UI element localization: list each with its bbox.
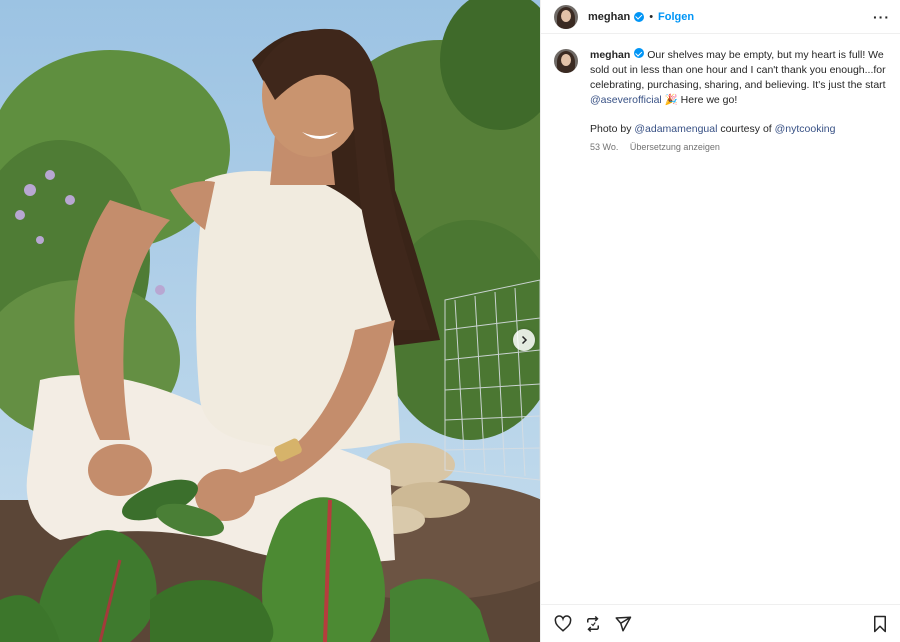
verified-badge-icon — [634, 48, 645, 58]
caption-username[interactable]: meghan — [590, 49, 630, 61]
post-photo — [0, 0, 540, 642]
follow-button[interactable]: Folgen — [658, 11, 694, 23]
post-sidebar: meghan • Folgen ··· meghan Our shelves m… — [540, 0, 900, 642]
share-button[interactable] — [613, 614, 633, 634]
repost-icon — [587, 615, 599, 632]
chevron-right-icon — [521, 335, 528, 345]
avatar[interactable] — [554, 4, 578, 29]
send-icon — [615, 616, 632, 631]
verified-badge-icon — [634, 11, 645, 22]
caption-text: meghan Our shelves may be empty, but my … — [590, 48, 886, 155]
caption-avatar[interactable] — [554, 49, 578, 73]
more-options-button[interactable]: ··· — [873, 10, 890, 24]
next-image-button[interactable] — [513, 329, 535, 351]
translate-button[interactable]: Übersetzung anzeigen — [630, 142, 720, 152]
save-button[interactable] — [870, 614, 890, 634]
caption: meghan Our shelves may be empty, but my … — [554, 48, 886, 155]
credit-prefix: Photo by — [590, 123, 635, 135]
like-button[interactable] — [553, 614, 573, 634]
mention-nytcooking[interactable]: @nytcooking — [775, 123, 836, 135]
caption-body-part2: Here we go! — [677, 94, 738, 106]
post-header: meghan • Folgen ··· — [541, 0, 900, 34]
mention-adamamengual[interactable]: @adamamengual — [634, 123, 717, 135]
heart-icon — [554, 614, 572, 632]
comments-area: meghan Our shelves may be empty, but my … — [541, 34, 900, 604]
caption-meta: 53 Wo. Übersetzung anzeigen — [590, 140, 886, 155]
post-media[interactable] — [0, 0, 540, 642]
separator: • — [649, 10, 654, 23]
repost-button[interactable] — [583, 614, 603, 634]
mention-aseverofficial[interactable]: @aseverofficial — [590, 94, 662, 106]
bookmark-icon — [874, 615, 886, 632]
party-emoji: 🎉 — [664, 94, 678, 106]
photo-credit: Photo by @adamamengual courtesy of @nytc… — [590, 122, 886, 137]
post-age[interactable]: 53 Wo. — [590, 142, 618, 152]
instagram-post: meghan • Folgen ··· meghan Our shelves m… — [0, 0, 900, 642]
action-bar — [541, 604, 900, 642]
post-username[interactable]: meghan — [588, 11, 630, 23]
credit-middle: courtesy of — [717, 123, 775, 135]
